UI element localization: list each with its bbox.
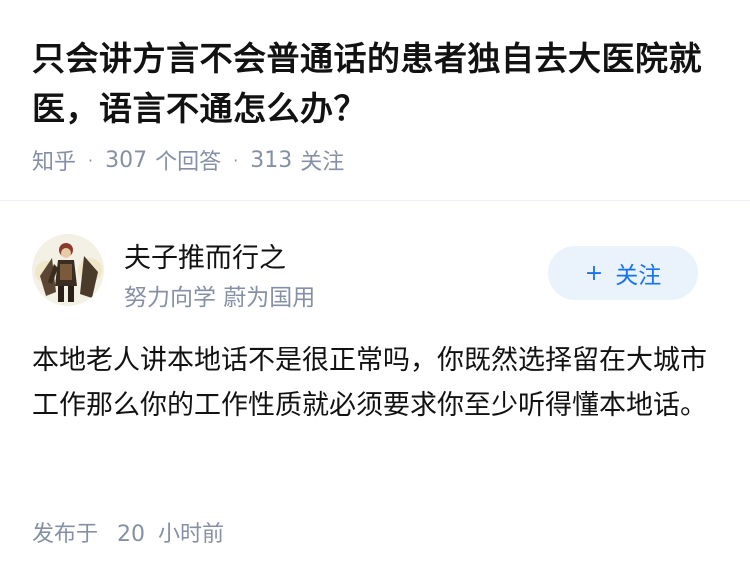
follower-count-label[interactable]: 关注: [300, 144, 344, 176]
plus-icon: +: [584, 260, 604, 286]
answer-count[interactable]: 307: [105, 148, 147, 173]
author-name[interactable]: 夫子推而行之: [124, 236, 286, 275]
time-value: 20: [117, 522, 146, 547]
source-label[interactable]: 知乎: [32, 144, 76, 176]
meta-separator: ·: [88, 150, 94, 170]
section-divider: [0, 200, 750, 201]
avatar-icon[interactable]: [32, 234, 104, 306]
answer-count-label[interactable]: 个回答: [155, 144, 221, 176]
time-unit: 小时前: [158, 522, 225, 547]
question-meta: 知乎 · 307 个回答 · 313 关注: [32, 144, 344, 176]
question-header: 只会讲方言不会普通话的患者独自去大医院就医，语言不通怎么办？: [32, 34, 722, 134]
follow-button[interactable]: + 关注: [548, 246, 698, 300]
publish-time: 发布于 20 小时前: [32, 516, 224, 548]
author-card: 夫子推而行之 努力向学 蔚为国用 + 关注: [32, 234, 718, 314]
question-title[interactable]: 只会讲方言不会普通话的患者独自去大医院就医，语言不通怎么办？: [32, 34, 722, 134]
author-bio: 努力向学 蔚为国用: [124, 285, 316, 311]
follow-button-label: 关注: [615, 263, 662, 289]
published-label: 发布于: [32, 522, 99, 547]
follower-count[interactable]: 313: [250, 148, 292, 173]
meta-separator: ·: [233, 150, 239, 170]
answer-text[interactable]: 本地老人讲本地话不是很正常吗，你既然选择留在大城市工作那么你的工作性质就必须要求…: [32, 338, 718, 428]
